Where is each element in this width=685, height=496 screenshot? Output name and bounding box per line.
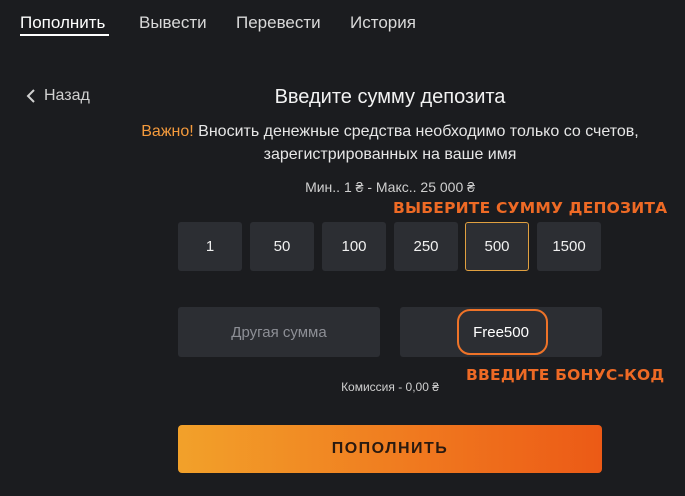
amount-button-50[interactable]: 50	[250, 222, 314, 271]
amount-button-1[interactable]: 1	[178, 222, 242, 271]
notice-text: Важно! Вносить денежные средства необход…	[95, 120, 685, 166]
tab-history[interactable]: История	[350, 13, 416, 33]
notice-line-2: зарегистрированных на ваше имя	[263, 146, 517, 163]
deposit-limits: Мин.. 1 ₴ - Макс.. 25 000 ₴	[305, 179, 475, 195]
active-tab-indicator	[20, 34, 109, 36]
page-title: Введите сумму депозита	[274, 86, 506, 108]
bonus-code-highlight	[457, 309, 548, 355]
amount-button-500[interactable]: 500	[465, 222, 529, 271]
notice-line-1: Вносить денежные средства необходимо тол…	[198, 123, 639, 140]
amount-button-1500[interactable]: 1500	[537, 222, 601, 271]
tab-transfer[interactable]: Перевести	[236, 13, 321, 33]
annotation-choose-amount: ВЫБЕРИТЕ СУММУ ДЕПОЗИТА	[393, 199, 668, 217]
other-amount-input[interactable]: Другая сумма	[178, 307, 380, 357]
amount-button-250[interactable]: 250	[394, 222, 458, 271]
commission-text: Комиссия - 0,00 ₴	[341, 380, 439, 394]
deposit-submit-button[interactable]: ПОПОЛНИТЬ	[178, 425, 602, 473]
tab-deposit[interactable]: Пополнить	[20, 13, 105, 33]
important-label: Важно!	[141, 123, 194, 140]
tab-bar: Пополнить Вывести Перевести История	[0, 0, 685, 46]
amount-button-100[interactable]: 100	[322, 222, 386, 271]
tab-withdraw[interactable]: Вывести	[139, 13, 207, 33]
